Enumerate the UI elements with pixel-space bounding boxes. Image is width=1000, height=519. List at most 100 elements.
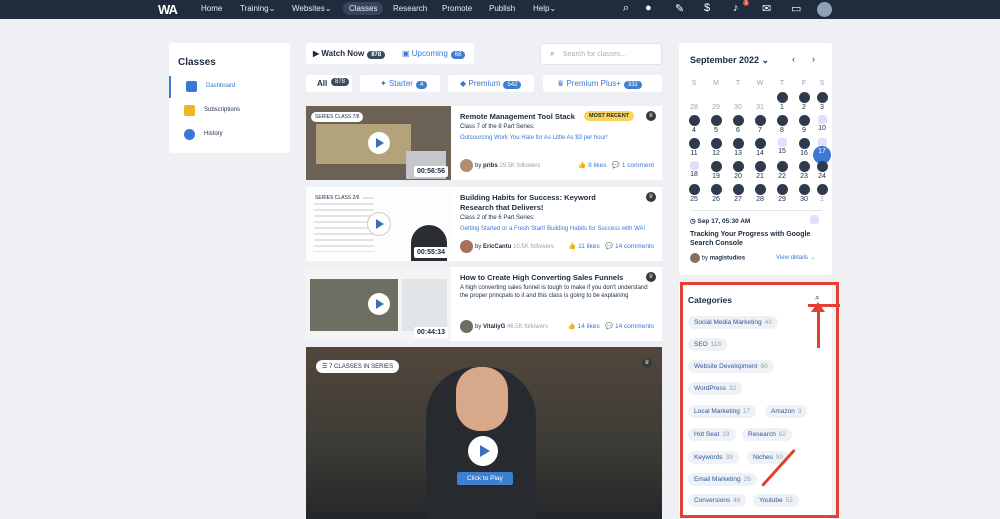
class-card[interactable]: 00:44:13 How to Create High Converting S… [306,267,662,341]
calendar-day[interactable]: 7 [753,115,767,134]
calendar-day[interactable]: 27 [731,184,745,203]
tab-upcoming[interactable]: ▣ Upcoming 68 [402,49,466,59]
calendar-day[interactable]: 20 [731,161,745,180]
series-link[interactable]: Getting Started or a Fresh Start! Buildi… [460,226,660,232]
calendar-day[interactable]: 31 [753,92,767,111]
calendar-day[interactable]: 30 [731,92,745,111]
author[interactable]: by VitaliyG 46.5K followers [460,320,548,333]
month-title[interactable]: September 2022 ⌄ [690,55,769,66]
inbox-icon[interactable]: ▭ [791,2,801,15]
sidebar-item-label: History [204,131,223,137]
calendar-day[interactable]: 6 [731,115,745,134]
sidebar-item-subscriptions[interactable]: Subscriptions [169,100,290,122]
calendar-day[interactable]: 28 [687,92,701,111]
event-title[interactable]: Tracking Your Progress with Google Searc… [690,230,820,248]
series-badge: ☰ 7 CLASSES IN SERIES [316,360,400,373]
calendar-day[interactable]: 16 [797,138,811,157]
avatar[interactable] [817,2,832,17]
search-input[interactable]: ⌕ Search for classes... [540,43,662,65]
chat-icon[interactable]: ● [645,2,652,14]
class-thumbnail[interactable]: 00:44:13 [306,267,451,341]
calendar-day[interactable]: 19 [709,161,723,180]
class-series-sub: Class 7 of the 8 Part Series: [460,124,535,130]
calendar-day[interactable]: 1 [815,184,829,203]
nav-classes[interactable]: Classes [343,2,384,15]
duration: 00:56:56 [413,166,448,177]
prev-month-icon[interactable]: ‹ [792,54,795,64]
mail-icon[interactable]: ✉ [762,2,771,15]
calendar-day[interactable]: 17 [813,138,831,164]
calendar-day[interactable]: 15 [775,138,789,155]
class-card[interactable]: SERIES CLASS 2/6 00:55:34 Building Habit… [306,187,662,261]
tab-watch-now[interactable]: ▶ Watch Now 878 [313,49,386,59]
weekday-label: M [713,80,719,87]
duration: 00:55:34 [413,247,448,258]
class-stats[interactable]: 👍 8 likes 💬 1 comment [578,161,654,169]
filter-all[interactable]: All 878 [306,75,352,92]
crown-icon: ♛ [642,358,652,368]
class-dot-icon [710,138,722,149]
nav-promote[interactable]: Promote [442,4,472,13]
calendar-day[interactable]: 8 [775,115,789,134]
series-link[interactable]: Outsourcing Work You Hate for As Little … [460,135,660,141]
filter-premium[interactable]: ◆ Premium 542 [448,75,534,92]
next-month-icon[interactable]: › [812,54,815,64]
calendar-day[interactable]: 29 [709,92,723,111]
play-icon[interactable] [368,293,390,315]
calendar-day[interactable]: 12 [709,138,723,157]
calendar-day[interactable]: 5 [709,115,723,134]
calendar-day[interactable]: 9 [797,115,811,134]
calendar-day[interactable]: 24 [815,161,829,180]
play-icon[interactable] [368,132,390,154]
view-details-link[interactable]: View details → [776,255,816,261]
calendar-day[interactable]: 3 [815,92,829,111]
nav-training[interactable]: Training⌄ [240,4,275,13]
calendar-day[interactable]: 21 [753,161,767,180]
calendar-day[interactable]: 10 [815,115,829,132]
class-thumbnail[interactable]: SERIES CLASS 2/6 00:55:34 [306,187,451,261]
play-icon[interactable] [468,436,498,466]
calendar-day[interactable]: 18 [687,161,701,178]
play-icon[interactable] [368,213,390,235]
calendar-day[interactable]: 13 [731,138,745,157]
bell-icon[interactable]: ♪ [733,2,739,14]
search-icon[interactable]: ⌕ [623,2,629,15]
class-title[interactable]: How to Create High Converting Sales Funn… [460,273,630,283]
class-card[interactable]: SERIES CLASS 7/8 00:56:56 Remote Managem… [306,106,662,180]
class-title[interactable]: Building Habits for Success: Keyword Res… [460,193,630,213]
calendar-day[interactable]: 26 [709,184,723,203]
calendar-day[interactable]: 4 [687,115,701,134]
nav-help[interactable]: Help⌄ [533,4,556,13]
calendar-day[interactable]: 2 [797,92,811,111]
class-thumbnail[interactable]: SERIES CLASS 7/8 00:56:56 [306,106,451,180]
calendar-day[interactable]: 30 [797,184,811,203]
nav-publish[interactable]: Publish [489,4,515,13]
author[interactable]: by pribs 29.5K followers [460,159,540,172]
nav-home[interactable]: Home [201,4,222,13]
calendar-day[interactable]: 25 [687,184,701,203]
class-dot-icon [798,184,810,195]
calendar-day[interactable]: 28 [753,184,767,203]
featured-class-video[interactable]: ☰ 7 CLASSES IN SERIES ♛ Click to Play [306,347,662,519]
calendar-day[interactable]: 23 [797,161,811,180]
calendar-day[interactable]: 11 [687,138,701,157]
sidebar-item-dashboard[interactable]: Dashboard [169,76,290,98]
pen-icon[interactable]: ✎ [675,2,684,15]
calendar-day[interactable]: 22 [775,161,789,180]
filter-starter[interactable]: ✦ Starter 4 [360,75,440,92]
calendar-day[interactable]: 29 [775,184,789,203]
wa-logo[interactable]: WA [158,2,178,17]
click-to-play-button[interactable]: Click to Play [457,472,513,485]
class-stats[interactable]: 👍 11 likes 💬 14 comments [568,242,654,250]
calendar-day[interactable]: 14 [753,138,767,157]
nav-research[interactable]: Research [393,4,427,13]
subscriptions-icon [184,105,195,116]
class-stats[interactable]: 👍 14 likes 💬 14 comments [568,322,654,330]
filter-premium-plus[interactable]: ♛ Premium Plus+ 332 [543,75,662,92]
sidebar-item-history[interactable]: History [169,124,290,146]
event-author[interactable]: by magistudios [690,253,745,263]
dollar-icon[interactable]: $ [704,2,710,14]
author[interactable]: by EricCantu 10.5K followers [460,240,554,253]
nav-websites[interactable]: Websites⌄ [292,4,331,13]
calendar-day[interactable]: 1 [775,92,789,111]
